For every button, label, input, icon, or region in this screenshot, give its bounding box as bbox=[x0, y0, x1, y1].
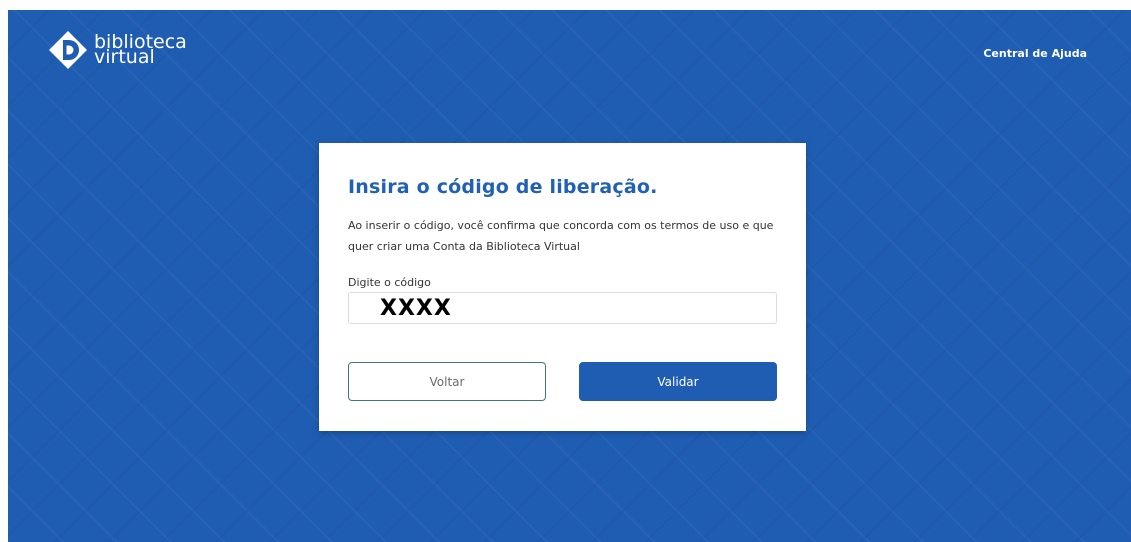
biblioteca-virtual-logo-icon bbox=[49, 31, 87, 69]
validate-button[interactable]: Validar bbox=[579, 362, 777, 401]
logo-line-2: virtual bbox=[94, 46, 155, 68]
card-description: Ao inserir o código, você confirma que c… bbox=[348, 219, 774, 253]
code-input[interactable] bbox=[348, 292, 777, 324]
card-title: Insira o código de liberação. bbox=[348, 176, 658, 198]
logo-text: biblioteca virtual bbox=[94, 33, 187, 68]
help-center-link[interactable]: Central de Ajuda bbox=[983, 47, 1087, 60]
back-button[interactable]: Voltar bbox=[348, 362, 546, 401]
logo[interactable]: biblioteca virtual bbox=[48, 30, 187, 70]
page-background: biblioteca virtual Central de Ajuda Insi… bbox=[8, 10, 1131, 542]
code-field-label: Digite o código bbox=[348, 276, 431, 289]
release-code-card: Insira o código de liberação. Ao inserir… bbox=[319, 143, 806, 431]
